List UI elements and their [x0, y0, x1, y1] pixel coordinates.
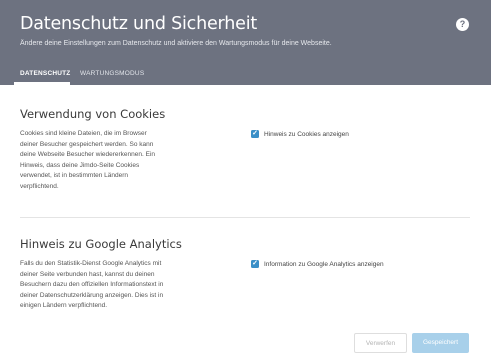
checkmark-icon: ✓: [252, 130, 258, 137]
analytics-checkbox-row[interactable]: ✓ Information zu Google Analytics anzeig…: [251, 260, 384, 268]
page-subtitle: Ändere deine Einstellungen zum Datenschu…: [20, 40, 332, 47]
cookies-section-title: Verwendung von Cookies: [20, 107, 166, 121]
checkmark-icon: ✓: [252, 260, 258, 267]
analytics-section-title: Hinweis zu Google Analytics: [20, 237, 182, 251]
help-icon[interactable]: ?: [456, 18, 469, 31]
page-title: Datenschutz und Sicherheit: [20, 14, 258, 34]
settings-content: Verwendung von Cookies Cookies sind klei…: [0, 85, 491, 325]
discard-button[interactable]: Verwerfen: [354, 333, 407, 353]
analytics-section: Hinweis zu Google Analytics Falls du den…: [20, 237, 470, 325]
tab-wartungsmodus[interactable]: WARTUNGSMODUS: [80, 70, 144, 77]
save-button[interactable]: Gespeichert: [412, 333, 469, 353]
dialog-header: Datenschutz und Sicherheit Ändere deine …: [0, 0, 491, 85]
cookies-checkbox-row[interactable]: ✓ Hinweis zu Cookies anzeigen: [251, 130, 349, 138]
section-divider: [20, 217, 470, 218]
footer-fade: [0, 319, 491, 325]
cookies-section-description: Cookies sind kleine Dateien, die im Brow…: [20, 130, 156, 190]
analytics-checkbox[interactable]: ✓: [251, 260, 259, 268]
cookies-checkbox[interactable]: ✓: [251, 130, 259, 138]
analytics-section-description: Falls du den Statistik-Dienst Google Ana…: [20, 260, 164, 310]
tab-datenschutz[interactable]: DATENSCHUTZ: [20, 70, 70, 77]
tab-bar: DATENSCHUTZ WARTUNGSMODUS: [0, 66, 491, 85]
dialog-footer: Verwerfen Gespeichert: [0, 319, 491, 360]
analytics-checkbox-label[interactable]: Information zu Google Analytics anzeigen: [264, 261, 384, 268]
cookies-checkbox-label[interactable]: Hinweis zu Cookies anzeigen: [264, 131, 349, 138]
cookies-section: Verwendung von Cookies Cookies sind klei…: [20, 107, 470, 207]
